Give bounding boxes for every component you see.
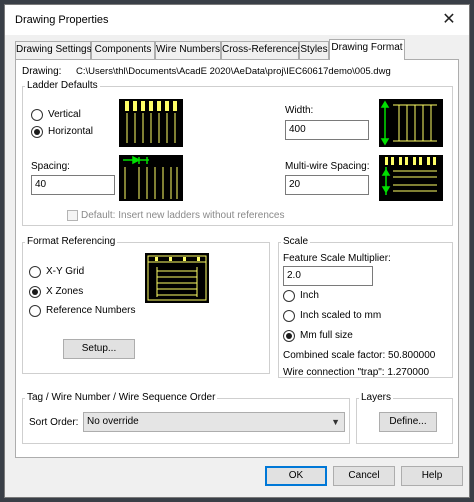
drawing-label: Drawing:	[22, 66, 62, 77]
tab-drawing-settings[interactable]: Drawing Settings	[15, 41, 92, 59]
default-insert-label: Default: Insert new ladders without refe…	[81, 210, 285, 221]
tab-cross-references[interactable]: Cross-References	[221, 41, 303, 59]
scale-title: Scale	[281, 236, 311, 247]
width-label: Width:	[285, 105, 314, 116]
tag-order-title: Tag / Wire Number / Wire Sequence Order	[25, 392, 218, 403]
chevron-down-icon: ▼	[331, 417, 340, 427]
cancel-button[interactable]: Cancel	[333, 466, 395, 486]
tab-styles[interactable]: Styles	[299, 41, 329, 59]
xy-grid-label: X-Y Grid	[46, 266, 85, 277]
combined-scale-factor: Combined scale factor: 50.800000	[283, 350, 436, 361]
inch-scaled-to-mm-label: Inch scaled to mm	[300, 310, 382, 321]
spacing-preview	[119, 155, 183, 201]
drawing-format-panel: Drawing: C:\Users\thl\Documents\AcadE 20…	[15, 59, 459, 458]
x-zones-label: X Zones	[46, 286, 84, 297]
dialog-title: Drawing Properties	[15, 14, 109, 26]
multiwire-preview	[379, 155, 443, 201]
tab-components[interactable]: Components	[91, 41, 155, 59]
sort-order-label: Sort Order:	[29, 417, 79, 428]
layers-group: Layers Define...	[356, 392, 453, 444]
mm-full-size-radio[interactable]	[283, 330, 295, 342]
setup-button[interactable]: Setup...	[63, 339, 135, 359]
wire-connection-trap: Wire connection "trap": 1.270000	[283, 367, 430, 378]
mm-full-size-label: Mm full size	[300, 330, 353, 341]
width-preview	[379, 99, 443, 147]
scale-group: Scale Feature Scale Multiplier: 2.0 Inch…	[278, 236, 453, 378]
vertical-ladder-preview	[119, 99, 183, 147]
multiwire-input[interactable]: 20	[285, 175, 369, 195]
define-layers-button[interactable]: Define...	[379, 412, 437, 432]
vertical-radio[interactable]	[31, 109, 43, 121]
inch-radio[interactable]	[283, 290, 295, 302]
vertical-label: Vertical	[48, 109, 81, 120]
sort-order-select[interactable]: No override ▼	[83, 412, 345, 432]
inch-scaled-to-mm-radio[interactable]	[283, 310, 295, 322]
sort-order-value: No override	[87, 416, 139, 427]
default-insert-checkbox[interactable]	[67, 210, 78, 221]
reference-numbers-radio[interactable]	[29, 305, 41, 317]
tag-order-group: Tag / Wire Number / Wire Sequence Order …	[22, 392, 350, 444]
x-zones-radio[interactable]	[29, 286, 41, 298]
close-icon[interactable]: ✕	[437, 9, 461, 31]
spacing-input[interactable]: 40	[31, 175, 115, 195]
ok-button[interactable]: OK	[265, 466, 327, 486]
drawing-path: C:\Users\thl\Documents\AcadE 2020\AeData…	[76, 66, 391, 77]
reference-numbers-label: Reference Numbers	[46, 305, 136, 316]
x-zones-preview	[145, 253, 209, 303]
help-button[interactable]: Help	[401, 466, 463, 486]
horizontal-radio[interactable]	[31, 126, 43, 138]
inch-label: Inch	[300, 290, 319, 301]
horizontal-label: Horizontal	[48, 126, 94, 137]
drawing-properties-dialog: Drawing Properties ✕ Drawing Settings Co…	[4, 4, 470, 498]
tab-wire-numbers[interactable]: Wire Numbers	[155, 41, 221, 59]
title-bar: Drawing Properties ✕	[5, 5, 469, 35]
ladder-defaults-title: Ladder Defaults	[25, 80, 100, 91]
spacing-label: Spacing:	[31, 161, 70, 172]
xy-grid-radio[interactable]	[29, 266, 41, 278]
format-referencing-group: Format Referencing X-Y Grid X Zones Refe…	[22, 236, 270, 374]
feature-scale-label: Feature Scale Multiplier:	[283, 253, 391, 264]
ladder-defaults-group: Ladder Defaults Vertical Horizontal Widt…	[22, 80, 453, 226]
width-input[interactable]: 400	[285, 120, 369, 140]
format-referencing-title: Format Referencing	[25, 236, 118, 247]
layers-title: Layers	[359, 392, 394, 403]
multiwire-label: Multi-wire Spacing:	[285, 161, 370, 172]
tab-drawing-format[interactable]: Drawing Format	[329, 39, 405, 60]
feature-scale-input[interactable]: 2.0	[283, 266, 373, 286]
